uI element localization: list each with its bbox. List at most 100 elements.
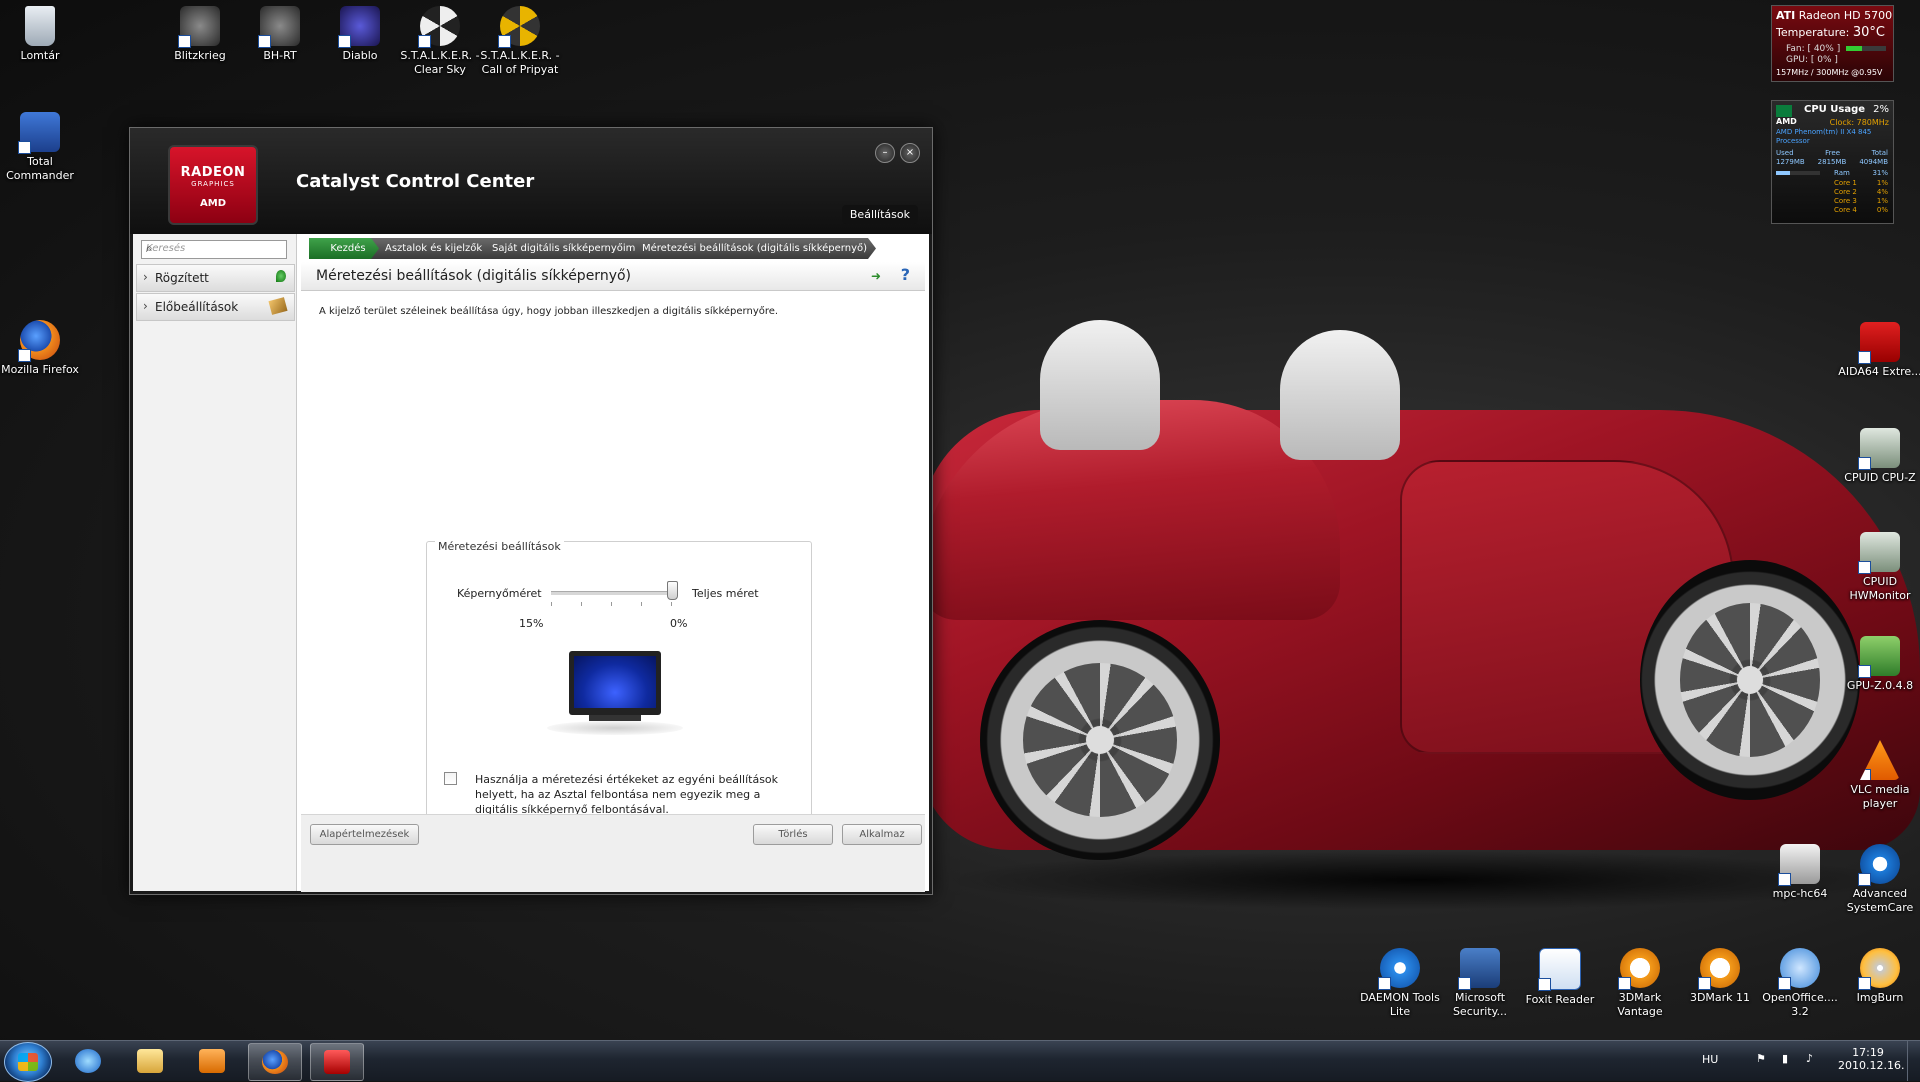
slider-tick xyxy=(611,602,612,606)
sidebar-item-presets[interactable]: › Előbeállítások xyxy=(136,293,295,321)
desktop-icon-mpc-hc64[interactable]: mpc-hc64 xyxy=(1757,844,1843,901)
media-player-icon xyxy=(199,1049,225,1073)
desktop-icon-foxit-reader[interactable]: Foxit Reader xyxy=(1517,948,1603,1007)
desktop-icon-total-commander[interactable]: Total Commander xyxy=(0,112,83,183)
slider-tick xyxy=(581,602,582,606)
breadcrumb-home[interactable]: Kezdés xyxy=(309,238,383,259)
flag-icon[interactable]: ⚑ xyxy=(1756,1052,1766,1065)
recycle-bin-icon xyxy=(25,6,55,46)
desktop-icon-bh-rt[interactable]: BH-RT xyxy=(237,6,323,63)
slider-thumb[interactable] xyxy=(667,581,678,600)
desktop-icon-3dmark-vantage[interactable]: 3DMark Vantage xyxy=(1597,948,1683,1019)
amd-logo xyxy=(1776,105,1792,117)
catalyst-control-center-window[interactable]: RADEON GRAPHICS AMD Catalyst Control Cen… xyxy=(129,127,933,895)
show-desktop-button[interactable] xyxy=(1907,1041,1920,1081)
desktop-icon-aida64[interactable]: AIDA64 Extre... xyxy=(1837,322,1920,379)
window-body: Keresés ⌕ › Rögzített › Előbeállítások K… xyxy=(133,234,929,892)
close-button[interactable]: × xyxy=(900,143,920,163)
search-icon[interactable]: ⌕ xyxy=(146,241,283,256)
help-icon[interactable]: ? xyxy=(901,265,910,284)
volume-icon[interactable]: ♪ xyxy=(1806,1052,1813,1065)
window-title: Catalyst Control Center xyxy=(296,171,535,192)
radeon-amd-logo: RADEON GRAPHICS AMD xyxy=(168,145,258,225)
radiation-icon xyxy=(418,6,460,48)
blitzkrieg-icon xyxy=(178,6,220,48)
car-rear-wheel xyxy=(1640,560,1860,800)
desktop-icon-daemon-tools[interactable]: DAEMON Tools Lite xyxy=(1357,948,1443,1019)
fan-bar xyxy=(1846,46,1886,51)
scaling-options-group: Méretezési beállítások Képernyőméret Tel… xyxy=(426,540,812,854)
clock[interactable]: 17:19 2010.12.16. xyxy=(1838,1046,1904,1072)
discard-button[interactable]: Törlés xyxy=(753,824,833,845)
page-title: Méretezési beállítások (digitális síkkép… xyxy=(316,268,631,284)
window-header[interactable]: RADEON GRAPHICS AMD Catalyst Control Cen… xyxy=(130,128,932,234)
3dmark-icon xyxy=(1618,948,1660,990)
taskbar-explorer[interactable] xyxy=(124,1043,176,1079)
slider-max-value: 0% xyxy=(670,617,688,630)
pin-page-icon[interactable]: ➜ xyxy=(871,269,881,283)
desktop-icon-diablo[interactable]: Diablo xyxy=(317,6,403,63)
page-header: Méretezési beállítások (digitális síkkép… xyxy=(301,262,925,291)
taskbar-firefox[interactable] xyxy=(248,1043,302,1081)
gpu-monitor-gadget[interactable]: ATI Radeon HD 5700 Temperature: 30°C Fan… xyxy=(1771,5,1894,82)
minimize-button[interactable]: – xyxy=(875,143,895,163)
scaling-slider[interactable] xyxy=(551,591,671,595)
desktop-icon-imgburn[interactable]: ImgBurn xyxy=(1837,948,1920,1005)
desktop-icon-gpuz[interactable]: GPU-Z.0.4.8 xyxy=(1837,636,1920,693)
breadcrumb-desktops-displays[interactable]: Asztalok és kijelzők xyxy=(371,238,492,259)
desktop-icon-openoffice[interactable]: OpenOffice.... 3.2 xyxy=(1757,948,1843,1019)
bh-rt-icon xyxy=(258,6,300,48)
desktop-icon-recycle-bin[interactable]: Lomtár xyxy=(0,6,83,63)
cpu-chip-icon xyxy=(1858,428,1900,470)
desktop-icon-hwmonitor[interactable]: CPUID HWMonitor xyxy=(1837,532,1920,603)
security-house-icon xyxy=(1458,948,1500,990)
car-seat-front xyxy=(1040,320,1160,450)
desktop-icon-advanced-systemcare[interactable]: Advanced SystemCare xyxy=(1837,844,1920,915)
pin-icon xyxy=(276,270,286,282)
desktop-icon-3dmark-11[interactable]: 3DMark 11 xyxy=(1677,948,1763,1005)
aida64-icon xyxy=(1858,322,1900,364)
taskbar-catalyst-control-center[interactable] xyxy=(310,1043,364,1081)
desktop-icon-microsoft-security[interactable]: Microsoft Security... xyxy=(1437,948,1523,1019)
openoffice-icon xyxy=(1778,948,1820,990)
cpu-usage-gadget[interactable]: AMD CPU Usage 2% Clock: 780MHz AMD Pheno… xyxy=(1771,100,1894,224)
breadcrumb-my-digital-flat-panels[interactable]: Saját digitális síkképernyőim xyxy=(478,238,642,259)
cpu-chip-icon xyxy=(1858,532,1900,574)
taskbar-internet-explorer[interactable] xyxy=(62,1043,114,1079)
windows-logo-icon xyxy=(18,1053,38,1071)
preferences-button[interactable]: Beállítások xyxy=(841,205,918,224)
taskbar-media-player[interactable] xyxy=(186,1043,238,1079)
folder-icon xyxy=(137,1049,163,1073)
custom-scaling-checkbox-label: Használja a méretezési értékeket az egyé… xyxy=(475,773,779,816)
radiation-icon xyxy=(498,6,540,48)
custom-scaling-checkbox[interactable] xyxy=(444,772,457,785)
disc-flame-icon xyxy=(1858,948,1900,990)
ati-logo: ATI xyxy=(1776,9,1796,22)
network-icon[interactable]: ▮ xyxy=(1782,1052,1788,1065)
desktop-icon-blitzkrieg[interactable]: Blitzkrieg xyxy=(157,6,243,63)
slider-right-label: Teljes méret xyxy=(692,587,759,600)
breadcrumb-scaling-options[interactable]: Méretezési beállítások (digitális síkkép… xyxy=(628,238,876,259)
desktop-icon-firefox[interactable]: Mozilla Firefox xyxy=(0,320,83,377)
sidebar-item-pinned[interactable]: › Rögzített xyxy=(136,264,295,292)
gpu-card-icon xyxy=(1858,636,1900,678)
defaults-button[interactable]: Alapértelmezések xyxy=(310,824,419,845)
desktop-icon-stalker-call-of-pripyat[interactable]: S.T.A.L.K.E.R. - Call of Pripyat xyxy=(477,6,563,77)
chevron-right-icon: › xyxy=(143,299,148,313)
catalyst-icon xyxy=(324,1050,350,1074)
internet-explorer-icon xyxy=(75,1049,101,1073)
apply-button[interactable]: Alkalmaz xyxy=(842,824,922,845)
desktop-icon-stalker-clear-sky[interactable]: S.T.A.L.K.E.R. - Clear Sky xyxy=(397,6,483,77)
start-button[interactable] xyxy=(4,1042,52,1082)
page-description: A kijelző terület széleinek beállítása ú… xyxy=(319,306,779,317)
search-input[interactable]: Keresés ⌕ xyxy=(141,240,287,259)
firefox-icon xyxy=(18,320,60,362)
language-indicator[interactable]: HU xyxy=(1702,1053,1718,1066)
car-seat-rear xyxy=(1280,330,1400,460)
desktop-icon-cpuz[interactable]: CPUID CPU-Z xyxy=(1837,428,1920,485)
desktop-icon-vlc[interactable]: VLC media player xyxy=(1837,740,1920,811)
monitor-preview-icon xyxy=(547,651,687,741)
slider-tick xyxy=(551,602,552,606)
breadcrumb: Kezdés Asztalok és kijelzők Saját digitá… xyxy=(301,234,925,262)
floppy-disk-icon xyxy=(18,112,60,154)
